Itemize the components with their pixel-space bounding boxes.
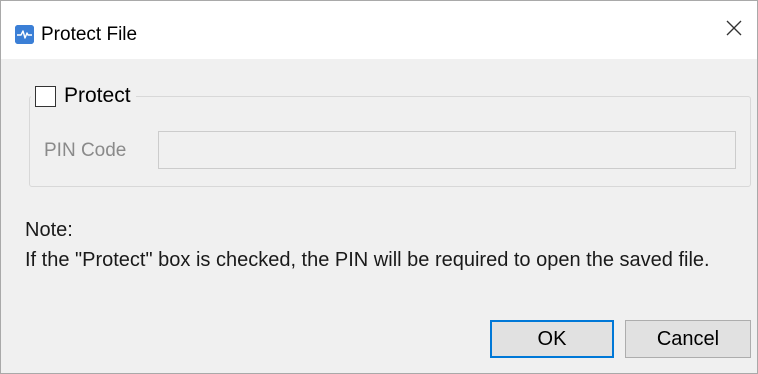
protect-label: Protect [64, 84, 131, 107]
dialog-title: Protect File [41, 24, 138, 45]
protect-file-dialog: Protect File Protect PIN Code Note: If t… [0, 0, 758, 374]
app-logo-icon [15, 25, 34, 44]
title-bar: Protect File [1, 1, 757, 59]
close-button[interactable] [711, 1, 757, 59]
pin-code-input[interactable] [158, 131, 736, 169]
cancel-button[interactable]: Cancel [625, 320, 751, 358]
pin-code-label: PIN Code [44, 140, 127, 161]
close-icon [725, 19, 743, 42]
note-section: Note: If the "Protect" box is checked, t… [25, 215, 745, 275]
protect-checkbox-row[interactable]: Protect [31, 83, 136, 109]
protect-checkbox[interactable] [35, 85, 56, 107]
note-heading: Note: [25, 219, 73, 241]
note-body: If the "Protect" box is checked, the PIN… [25, 249, 710, 271]
ok-button[interactable]: OK [490, 320, 614, 358]
